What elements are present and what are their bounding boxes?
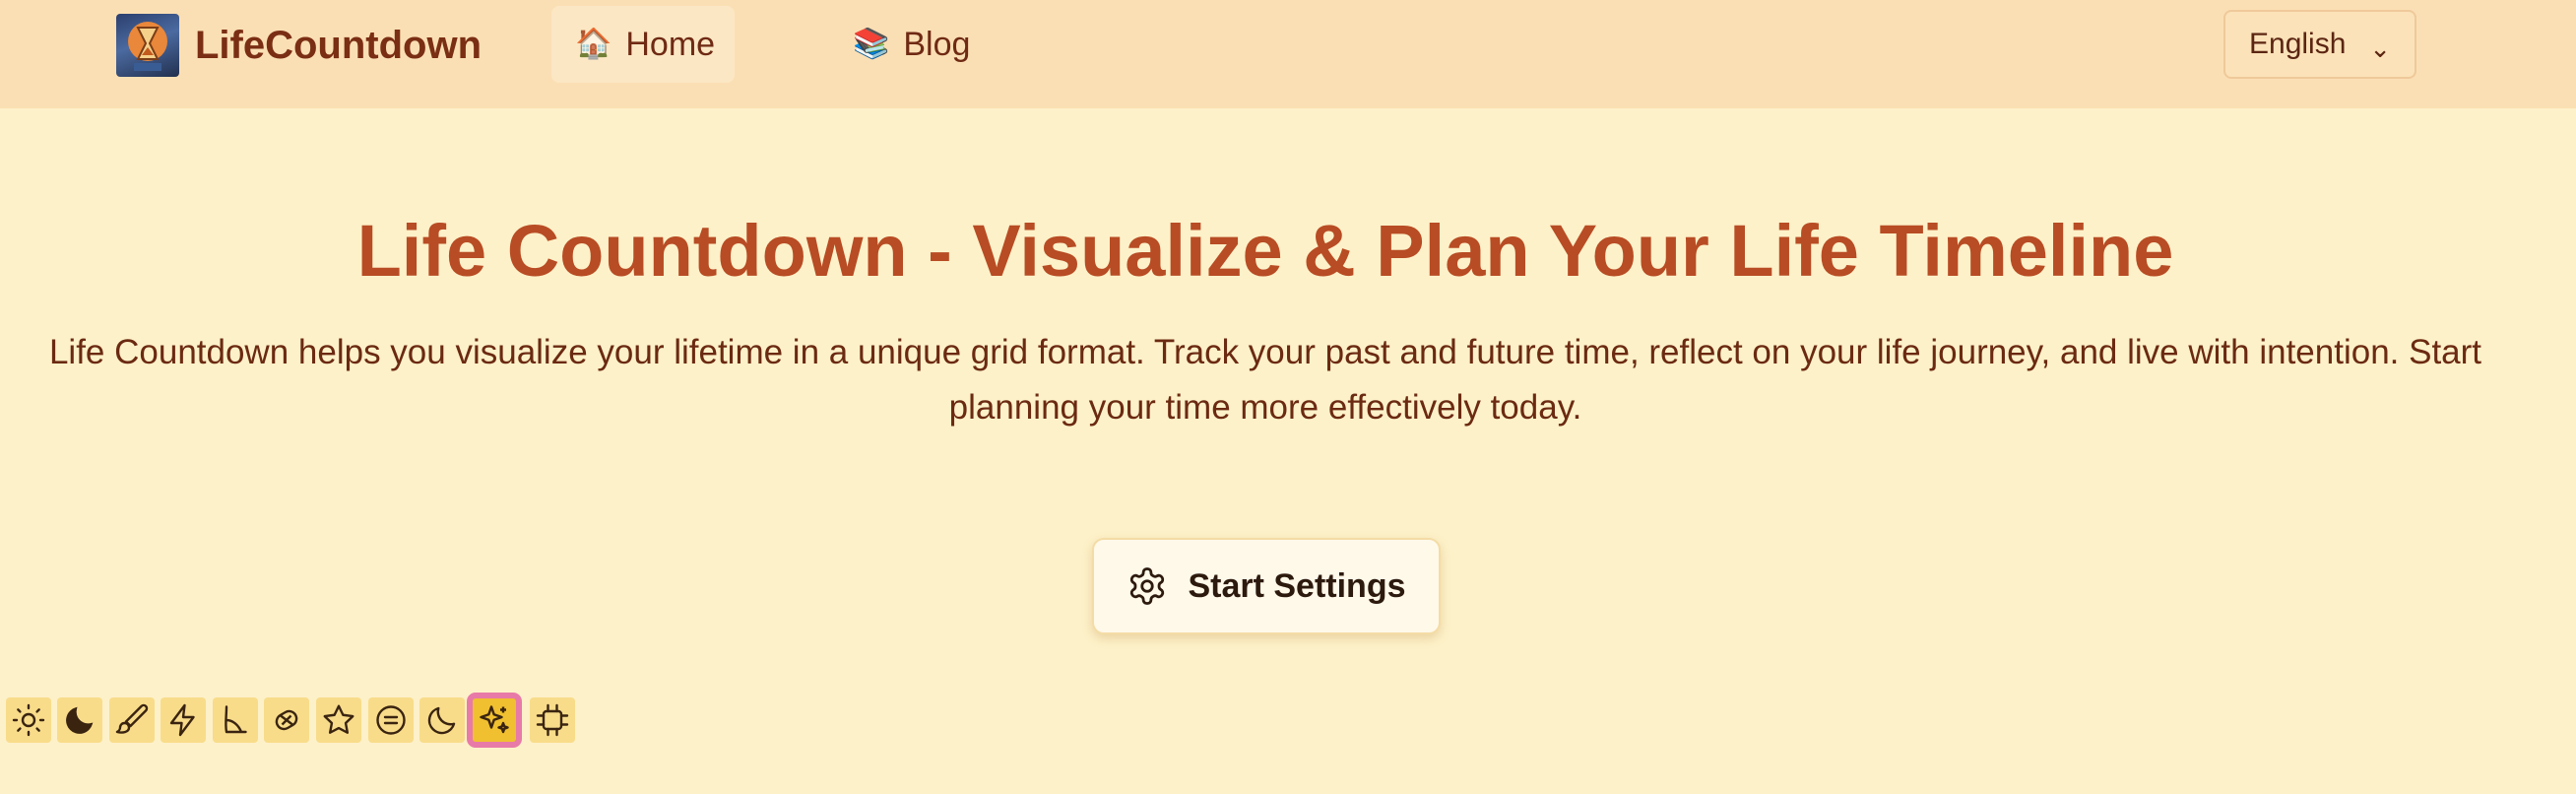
smile-icon (376, 705, 406, 735)
theme-button-sun[interactable] (6, 697, 51, 743)
language-select[interactable]: English ⌄ (2223, 10, 2416, 79)
cat-icon (225, 705, 247, 734)
start-settings-label: Start Settings (1188, 566, 1406, 605)
page-title: Life Countdown - Visualize & Plan Your L… (356, 210, 2174, 292)
chip-icon (536, 703, 569, 737)
house-icon: 🏠 (575, 28, 612, 60)
theme-button-crescent[interactable] (419, 697, 465, 743)
theme-button-star[interactable] (316, 697, 361, 743)
page-description: Life Countdown helps you visualize your … (48, 333, 2482, 427)
start-settings-button[interactable]: Start Settings (1092, 538, 1441, 634)
brush-icon (115, 703, 149, 734)
theme-button-smile[interactable] (368, 697, 414, 743)
candy-icon (275, 709, 298, 731)
books-icon: 📚 (853, 28, 890, 60)
nav-blog[interactable]: 📚 Blog (829, 6, 987, 83)
chevron-down-icon: ⌄ (2369, 33, 2391, 63)
sun-icon (12, 703, 45, 737)
logo-image[interactable] (116, 14, 179, 77)
moon-filled-icon (66, 706, 94, 734)
language-selected: English (2249, 28, 2347, 60)
nav-blog-label: Blog (903, 25, 971, 63)
theme-button-chip[interactable] (530, 697, 575, 743)
theme-button-sparkles[interactable] (467, 693, 522, 748)
top-navbar: LifeCountdown 🏠 Home 📚 Blog English ⌄ (0, 0, 2576, 108)
star-icon (323, 704, 354, 734)
gear-icon (1130, 567, 1165, 605)
nav-home[interactable]: 🏠 Home (551, 6, 735, 83)
nav-home-label: Home (625, 25, 716, 63)
sparkles-icon (480, 705, 509, 734)
theme-button-moon-filled[interactable] (57, 697, 102, 743)
theme-button-cat[interactable] (213, 697, 258, 743)
crescent-icon (427, 706, 456, 735)
theme-button-brush[interactable] (109, 697, 155, 743)
theme-button-lightning[interactable] (161, 697, 206, 743)
theme-button-candy[interactable] (264, 697, 309, 743)
lightning-icon (169, 703, 195, 737)
brand-name[interactable]: LifeCountdown (195, 22, 482, 69)
